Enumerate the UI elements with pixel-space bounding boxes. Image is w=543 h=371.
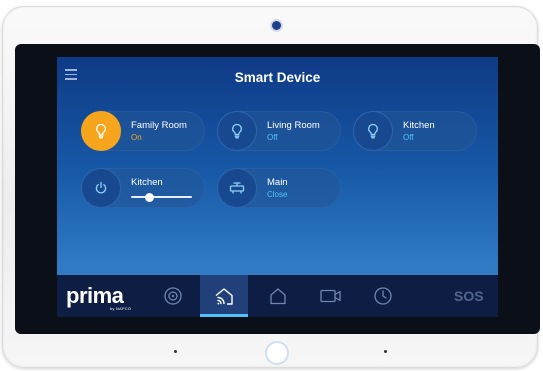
device-name: Living Room [267,120,320,131]
brand-logo: prima [66,283,124,308]
power-icon [81,168,121,208]
bottom-nav: prima by NAPCO SOS [57,275,498,317]
device-state: On [131,133,142,142]
page-title: Smart Device [234,70,321,85]
sensor-dot-left [174,350,177,353]
valve-icon [217,168,257,208]
nav-camera[interactable] [307,275,355,317]
bulb-icon [217,111,257,151]
sos-button[interactable]: SOS [454,288,484,304]
device-card-living-room[interactable]: Living Room Off [217,111,341,151]
dimmer-slider-track[interactable] [131,196,192,198]
device-name: Kitchen [403,120,435,131]
sensor-dot-right [384,350,387,353]
device-name: Main [267,177,288,188]
security-icon [164,287,182,305]
nav-clock[interactable] [359,275,407,317]
dimmer-slider-thumb[interactable] [144,192,154,202]
bulb-icon [353,111,393,151]
home-icon [270,288,286,305]
device-state: Close [267,190,288,199]
camera-icon [320,289,341,303]
smart-home-icon [215,288,233,305]
nav-security[interactable] [149,275,197,317]
bulb-icon [81,111,121,151]
touch-screen: Smart Device Family Room On Living Room … [57,57,498,317]
front-camera [272,21,281,30]
device-name: Kitchen [131,177,163,188]
device-card-main-valve[interactable]: Main Close [217,168,341,208]
device-name: Family Room [131,120,187,131]
home-hardware-button[interactable] [265,341,289,365]
device-state: Off [267,133,278,142]
nav-home[interactable] [254,275,302,317]
device-card-family-room[interactable]: Family Room On [81,111,205,151]
nav-smart-home[interactable] [200,275,248,317]
brand-subtitle: by NAPCO [110,306,132,311]
device-state: Off [403,133,414,142]
device-card-kitchen-light[interactable]: Kitchen Off [353,111,477,151]
device-card-kitchen-dimmer[interactable]: Kitchen [81,168,205,208]
clock-icon [374,287,392,305]
